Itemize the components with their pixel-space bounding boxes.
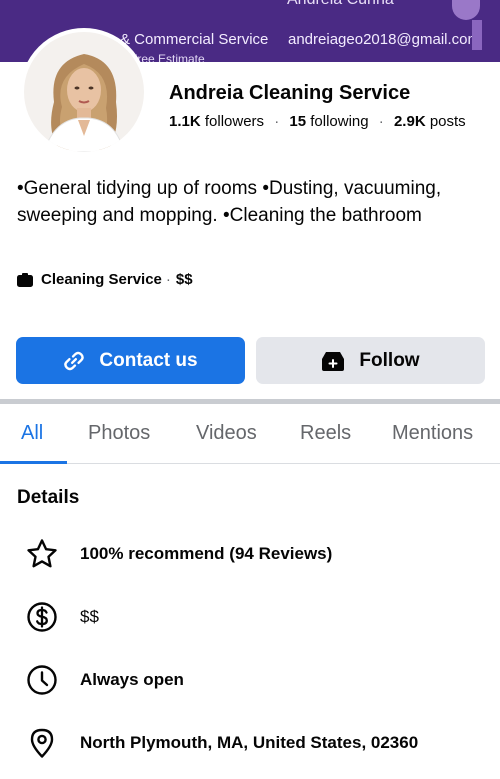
detail-price-text: $$ (80, 607, 99, 626)
page-title: Andreia Cleaning Service (169, 82, 411, 104)
followers-label[interactable]: followers (205, 113, 264, 130)
tab-mentions[interactable]: Mentions (392, 422, 473, 445)
category-separator: · (165, 271, 171, 288)
profile-photo (24, 32, 144, 152)
details-heading: Details (17, 487, 80, 508)
link-icon (64, 351, 85, 370)
profile-tabs: All Photos Videos Reels Mentions (0, 404, 500, 464)
tab-photos[interactable]: Photos (88, 422, 150, 445)
detail-hours[interactable]: Always open (26, 664, 184, 696)
clock-icon (26, 664, 58, 696)
followers-count[interactable]: 1.1K (169, 113, 201, 130)
profile-avatar[interactable] (20, 28, 148, 156)
stats-separator: · (274, 113, 280, 130)
tab-videos[interactable]: Videos (196, 422, 257, 445)
follow-icon (322, 351, 345, 371)
category-price: $$ (175, 271, 193, 288)
tab-reels[interactable]: Reels (300, 422, 351, 445)
follow-label: Follow (359, 349, 420, 371)
cover-decoration-2 (472, 20, 482, 50)
posts-count: 2.9K (393, 113, 426, 130)
category-label: Cleaning Service (41, 271, 162, 288)
following-count[interactable]: 15 (289, 113, 306, 130)
follow-button[interactable]: Follow (256, 337, 485, 384)
posts-label: posts (429, 113, 466, 130)
profile-stats: 1.1K followers · 15 following · 2.9K pos… (169, 113, 466, 130)
cover-text-email: andreiageo2018@gmail.com (288, 31, 481, 48)
contact-us-label: Contact us (99, 349, 198, 371)
detail-address[interactable]: North Plymouth, MA, United States, 02360 (26, 727, 418, 759)
stats-separator: · (378, 113, 384, 130)
detail-address-text: North Plymouth, MA, United States, 02360 (80, 733, 419, 752)
page-bio: •General tidying up of rooms •Dusting, v… (17, 178, 442, 226)
star-icon (26, 538, 58, 570)
contact-us-button[interactable]: Contact us (16, 337, 245, 384)
cover-text-name: Andreia Cunha (287, 0, 394, 9)
briefcase-icon (17, 272, 33, 287)
location-pin-icon (26, 727, 58, 759)
cover-decoration (452, 0, 480, 20)
tab-all[interactable]: All (21, 422, 43, 445)
cover-text-service: & Commercial Service (120, 31, 269, 48)
detail-hours-text: Always open (80, 670, 184, 689)
dollar-icon (26, 601, 58, 633)
cover-text-estimate: Free Estimate (130, 52, 205, 62)
following-label[interactable]: following (310, 113, 368, 130)
detail-price: $$ (26, 601, 99, 633)
detail-recommend-text: 100% recommend (94 Reviews) (80, 544, 333, 563)
active-tab-indicator (0, 461, 67, 464)
page-category: Cleaning Service · $$ (17, 271, 193, 288)
detail-recommend[interactable]: 100% recommend (94 Reviews) (26, 538, 332, 570)
